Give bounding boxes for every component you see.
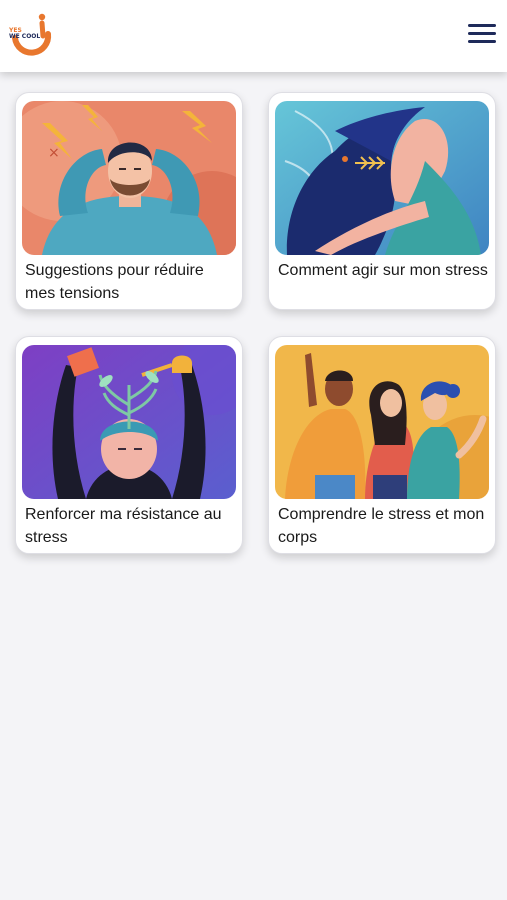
topic-card-reduce-tensions[interactable]: × Suggestions pour réduire mes tensions xyxy=(15,92,243,310)
card-label: Comprendre le stress et mon corps xyxy=(278,506,485,546)
svg-text:×: × xyxy=(48,145,60,161)
hamburger-menu-icon[interactable] xyxy=(466,20,498,48)
topic-card-strengthen-resistance[interactable]: Renforcer ma résistance au stress xyxy=(15,336,243,554)
card-label: Suggestions pour réduire mes tensions xyxy=(25,262,204,302)
topic-card-act-on-stress[interactable]: Comment agir sur mon stress xyxy=(268,92,496,310)
card-label: Comment agir sur mon stress xyxy=(278,262,488,279)
stressed-man-lightning-illustration: × xyxy=(22,101,236,255)
logo-text-line2: WE COOL xyxy=(9,33,41,40)
app-header: YES WE COOL xyxy=(0,0,507,72)
card-label: Renforcer ma résistance au stress xyxy=(25,506,222,546)
woman-wind-hair-illustration xyxy=(275,101,489,255)
brand-logo[interactable]: YES WE COOL xyxy=(6,12,54,60)
watering-mind-plant-illustration xyxy=(22,345,236,499)
topic-card-understand-stress-body[interactable]: Comprendre le stress et mon corps xyxy=(268,336,496,554)
friends-group-illustration xyxy=(275,345,489,499)
